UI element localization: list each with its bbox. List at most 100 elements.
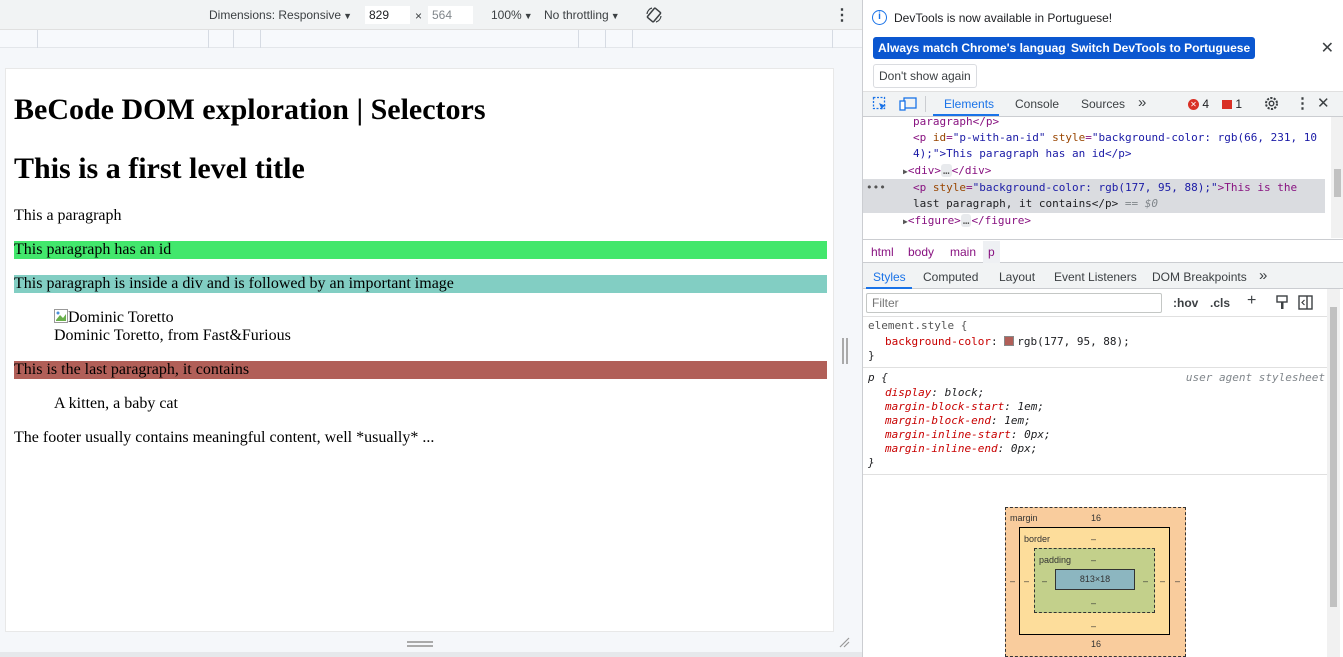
- device-toolbar: Dimensions: Responsive▼ × 100%▼ No throt…: [0, 0, 862, 30]
- dimensions-label: Dimensions: Responsive: [209, 8, 342, 22]
- margin-top-value[interactable]: 16: [1091, 513, 1101, 523]
- collapsed-ellipsis[interactable]: …: [940, 164, 952, 177]
- css-property: margin-block-start: [885, 400, 1005, 413]
- tab-sources[interactable]: Sources: [1081, 97, 1125, 111]
- dom-node-p-selected[interactable]: <p style="background-color: rgb(177, 95,…: [913, 180, 1297, 197]
- tab-elements[interactable]: Elements: [944, 97, 994, 111]
- css-property: margin-block-end: [885, 414, 991, 427]
- box-model-content[interactable]: 813×18: [1055, 569, 1135, 590]
- padding-left-value[interactable]: –: [1042, 576, 1047, 586]
- dont-show-again-button[interactable]: Don't show again: [873, 64, 977, 88]
- scrollbar-thumb[interactable]: [1334, 169, 1341, 197]
- ruler-tick: [208, 30, 209, 48]
- toggle-sidebar-icon[interactable]: [1298, 295, 1313, 310]
- border-bottom-value[interactable]: –: [1091, 621, 1096, 631]
- css-value: 0px;: [1024, 428, 1051, 441]
- settings-gear-icon[interactable]: [1263, 95, 1280, 112]
- dom-line[interactable]: 4);">This paragraph has an id</p>: [913, 146, 1132, 163]
- border-top-value[interactable]: –: [1091, 534, 1096, 544]
- row-options-icon[interactable]: •••: [866, 180, 886, 197]
- tab-layout[interactable]: Layout: [999, 270, 1035, 284]
- cls-toggle[interactable]: .cls: [1210, 296, 1230, 310]
- rotate-icon[interactable]: [645, 6, 663, 24]
- new-style-rule-icon[interactable]: +: [1247, 292, 1256, 310]
- border-right-value[interactable]: –: [1160, 576, 1165, 586]
- dom-scrollbar[interactable]: [1331, 117, 1343, 238]
- breadcrumb: html body main p: [863, 239, 1343, 263]
- tab-dom-breakpoints[interactable]: DOM Breakpoints: [1152, 270, 1247, 284]
- ruler-tick: [233, 30, 234, 48]
- issue-icon: [1222, 100, 1232, 110]
- rule-separator: [863, 474, 1331, 475]
- dom-line[interactable]: paragraph</p>: [913, 117, 999, 131]
- resize-handle-bottom[interactable]: [407, 641, 433, 647]
- tab-styles[interactable]: Styles: [873, 270, 906, 284]
- width-input[interactable]: [365, 6, 410, 24]
- inspect-element-icon[interactable]: [872, 96, 888, 112]
- more-subtabs-icon[interactable]: »: [1259, 267, 1267, 284]
- color-swatch-icon[interactable]: [1004, 336, 1015, 346]
- error-badge[interactable]: ✕ 4: [1188, 97, 1209, 111]
- padding-top-value[interactable]: –: [1091, 555, 1096, 565]
- tab-computed[interactable]: Computed: [923, 270, 978, 284]
- styles-filter-input[interactable]: [866, 293, 1162, 313]
- dom-line[interactable]: last paragraph, it contains</p> == $0: [913, 196, 1158, 213]
- dom-node-p-with-id[interactable]: <p id="p-with-an-id" style="background-c…: [913, 130, 1317, 147]
- margin-bottom-value[interactable]: 16: [1091, 639, 1101, 649]
- scrollbar-thumb[interactable]: [1330, 307, 1337, 607]
- height-input[interactable]: [428, 6, 473, 24]
- margin-label: margin: [1010, 513, 1038, 523]
- style-declaration: display: block;: [885, 386, 985, 399]
- dropdown-caret-icon: ▼: [523, 11, 533, 21]
- resize-corner-icon[interactable]: [838, 636, 850, 648]
- paint-brush-icon[interactable]: [1275, 295, 1289, 310]
- dom-node-figure[interactable]: ▶<figure>… </figure>: [903, 213, 1031, 231]
- breadcrumb-html[interactable]: html: [871, 245, 894, 259]
- dimensions-dropdown[interactable]: Dimensions: Responsive ▼: [209, 8, 352, 22]
- paragraph-in-div: This paragraph is inside a div and is fo…: [14, 275, 827, 293]
- collapsed-ellipsis[interactable]: …: [960, 214, 972, 227]
- switch-to-portuguese-button[interactable]: Switch DevTools to Portuguese: [1066, 37, 1256, 59]
- padding-bottom-value[interactable]: –: [1091, 598, 1096, 608]
- device-toolbar-icon[interactable]: [899, 96, 917, 112]
- close-devtools-icon[interactable]: ✕: [1317, 94, 1330, 112]
- style-declaration[interactable]: background-color: rgb(177, 95, 88);: [885, 335, 1130, 349]
- language-infobar: i DevTools is now available in Portugues…: [863, 0, 1343, 92]
- dom-attr-value: "p-with-an-id": [952, 131, 1046, 144]
- tab-event-listeners[interactable]: Event Listeners: [1054, 270, 1137, 284]
- border-label: border: [1024, 534, 1051, 544]
- resize-handle-right[interactable]: [842, 338, 848, 364]
- warning-badge[interactable]: 1: [1222, 97, 1242, 111]
- active-tab-indicator: [933, 114, 999, 116]
- more-options-icon[interactable]: ⋮: [834, 5, 850, 25]
- page-viewport[interactable]: BeCode DOM exploration | Selectors This …: [5, 68, 834, 632]
- styles-pane: element.style { background-color: rgb(17…: [863, 317, 1331, 657]
- more-tabs-icon[interactable]: »: [1138, 94, 1146, 111]
- breadcrumb-body[interactable]: body: [908, 245, 934, 259]
- border-left-value[interactable]: –: [1024, 576, 1029, 586]
- margin-left-value[interactable]: –: [1010, 576, 1015, 586]
- always-match-language-button[interactable]: Always match Chrome's language: [873, 37, 1078, 59]
- dom-tag: <div>: [907, 164, 941, 177]
- margin-right-value[interactable]: –: [1175, 576, 1180, 586]
- breadcrumb-p[interactable]: p: [983, 241, 1000, 263]
- devtools-menu-icon[interactable]: ⋮: [1295, 94, 1310, 112]
- dom-tag: </div>: [951, 164, 992, 177]
- p-rule-selector[interactable]: p {: [868, 371, 888, 385]
- hov-toggle[interactable]: :hov: [1173, 296, 1198, 310]
- dom-node-div[interactable]: ▶<div>… </div>: [903, 163, 991, 181]
- breadcrumb-main[interactable]: main: [950, 245, 976, 259]
- figure-caption-kitten: A kitten, a baby cat: [54, 395, 178, 412]
- throttling-dropdown[interactable]: No throttling ▼: [544, 8, 620, 22]
- css-property: display: [885, 386, 932, 399]
- tab-console[interactable]: Console: [1015, 97, 1059, 111]
- styles-scrollbar[interactable]: [1327, 289, 1340, 657]
- zoom-dropdown[interactable]: 100% ▼: [491, 8, 533, 22]
- dom-tree[interactable]: paragraph</p> <p id="p-with-an-id" style…: [863, 117, 1331, 238]
- padding-label: padding: [1039, 555, 1072, 565]
- padding-right-value[interactable]: –: [1143, 576, 1148, 586]
- close-infobar-icon[interactable]: ✕: [1321, 38, 1334, 58]
- element-style-selector[interactable]: element.style {: [868, 319, 967, 333]
- style-declaration: margin-inline-end: 0px;: [885, 442, 1038, 455]
- rule-separator: [863, 367, 1331, 368]
